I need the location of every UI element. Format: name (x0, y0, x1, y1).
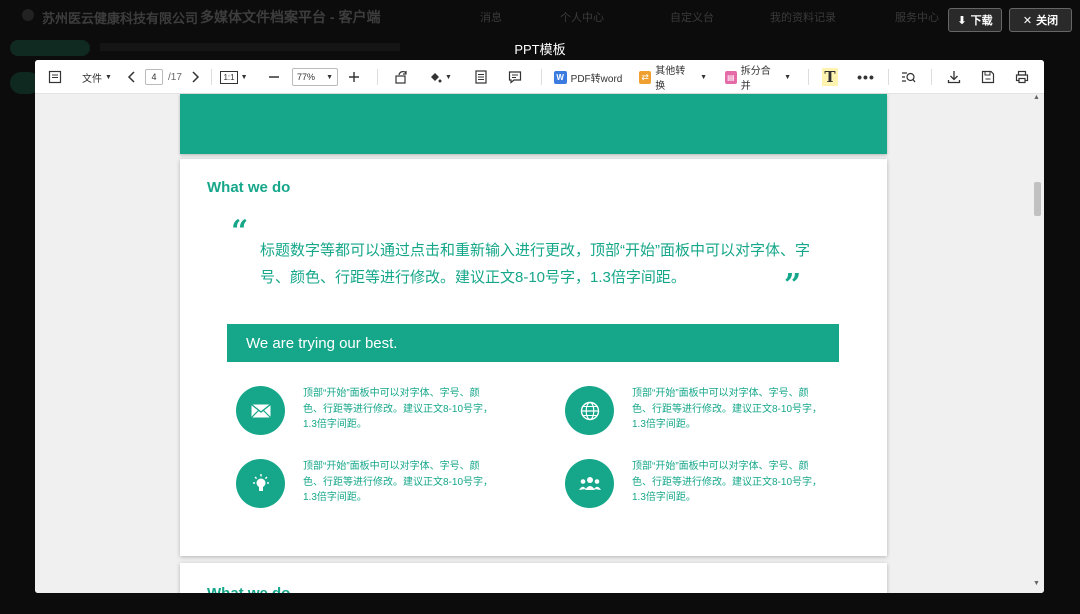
fit-page-button[interactable]: 1:1 ▼ (219, 60, 249, 94)
prev-page-button[interactable] (124, 60, 140, 94)
feature-text: 顶部“开始”面板中可以对字体、字号、颜色、行距等进行修改。建议正文8-10号字，… (632, 388, 823, 430)
scroll-down-icon[interactable]: ▼ (1033, 580, 1040, 587)
quote-open-mark: “ (231, 214, 249, 249)
chevron-down-icon: ▼ (784, 73, 791, 81)
nav-item-service[interactable]: 服务中心 (895, 9, 939, 25)
next-slide-page: What we do (180, 563, 887, 593)
download-button[interactable]: ⬇ 下载 (948, 8, 1002, 32)
modal-title: PPT模板 (514, 42, 566, 57)
print-icon[interactable] (1011, 60, 1033, 94)
more-icon[interactable]: ••• (855, 60, 877, 94)
feature-text: 顶部“开始”面板中可以对字体、字号、颜色、行距等进行修改。建议正文8-10号字，… (303, 461, 494, 503)
nav-item-profile[interactable]: 个人中心 (560, 9, 604, 25)
zoom-value: 77% (297, 72, 316, 82)
slide-banner: We are trying our best. (227, 324, 839, 362)
next-slide-heading: What we do (207, 585, 290, 593)
nav-item-custom[interactable]: 自定义台 (670, 9, 714, 25)
page-navigator: 4 /17 (145, 60, 193, 94)
close-button[interactable]: ✕ 关闭 (1009, 8, 1072, 32)
scroll-thumb[interactable] (1034, 182, 1041, 216)
next-page-button[interactable] (187, 60, 203, 94)
feature-item: 顶部“开始”面板中可以对字体、字号、颜色、行距等进行修改。建议正文8-10号字，… (565, 459, 865, 509)
zoom-select[interactable]: 77% ▼ (291, 60, 339, 94)
toolbar-divider (931, 69, 932, 85)
quote-close-mark: ” (784, 268, 802, 303)
split-merge-label: 拆分合并 (740, 66, 771, 92)
people-icon (565, 459, 614, 508)
feature-text: 顶部“开始”面板中可以对字体、字号、颜色、行距等进行修改。建议正文8-10号字，… (303, 388, 494, 430)
chevron-down-icon: ▼ (326, 73, 333, 81)
total-pages: /17 (168, 71, 182, 83)
chevron-down-icon: ▼ (240, 73, 248, 81)
other-convert-button[interactable]: ⇄ 其他转换 ▼ (639, 60, 707, 94)
chevron-down-icon: ▼ (700, 73, 707, 81)
envelope-icon (236, 386, 285, 435)
scroll-up-icon[interactable]: ▲ (1033, 94, 1040, 101)
feature-item: 顶部“开始”面板中可以对字体、字号、颜色、行距等进行修改。建议正文8-10号字，… (565, 386, 865, 436)
nav-item-records[interactable]: 我的资料记录 (770, 9, 836, 25)
download-label: 下载 (970, 15, 993, 27)
word-icon: W (553, 70, 567, 84)
vertical-scrollbar[interactable]: ▲ ▼ (1032, 94, 1042, 589)
feature-item: 顶部“开始”面板中可以对字体、字号、颜色、行距等进行修改。建议正文8-10号字，… (236, 459, 536, 509)
toolbar-divider (377, 69, 378, 85)
nav-item-messages[interactable]: 消息 (480, 9, 502, 25)
other-convert-label: 其他转换 (655, 66, 686, 92)
document-viewer: 文件 ▼ 4 /17 1:1 ▼ 77% ▼ ▼ W PDF转word ⇄ 其他… (35, 60, 1044, 593)
company-name: 苏州医云健康科技有限公司 (42, 11, 199, 26)
background-header: 苏州医云健康科技有限公司 多媒体文件档案平台 - 客户端 消息 个人中心 自定义… (0, 0, 1080, 34)
toolbar-divider (211, 69, 212, 85)
slide-heading: What we do (207, 179, 291, 196)
text-tool-icon[interactable]: T (819, 60, 841, 94)
toolbar-divider (808, 69, 809, 85)
search-icon[interactable] (897, 60, 919, 94)
close-icon: ✕ (1022, 14, 1033, 27)
fill-color-button[interactable]: ▼ (425, 60, 455, 94)
document-scroll-area[interactable]: What we do “ 标题数字等都可以通过点击和重新输入进行更改，顶部“开始… (35, 94, 1044, 593)
lightbulb-icon (236, 459, 285, 508)
split-merge-button[interactable]: ▤ 拆分合并 ▼ (725, 60, 791, 94)
page-number-input[interactable]: 4 (145, 69, 163, 85)
chevron-down-icon: ▼ (445, 73, 452, 81)
download-icon: ⬇ (957, 14, 967, 27)
comment-icon[interactable] (504, 60, 526, 94)
page-view-icon[interactable] (470, 60, 492, 94)
globe-icon (565, 386, 614, 435)
pdf-to-word-button[interactable]: W PDF转word (553, 60, 623, 94)
file-menu-label: 文件 (82, 73, 103, 85)
platform-title: 多媒体文件档案平台 - 客户端 (200, 9, 381, 25)
convert-icon: ⇄ (639, 70, 652, 84)
download-file-icon[interactable] (943, 60, 965, 94)
slide-page: What we do “ 标题数字等都可以通过点击和重新输入进行更改，顶部“开始… (180, 159, 887, 556)
save-icon[interactable] (977, 60, 999, 94)
file-menu[interactable]: 文件 ▼ (80, 60, 114, 94)
sidebar-toggle-icon[interactable] (45, 60, 65, 94)
slide-quote: 标题数字等都可以通过点击和重新输入进行更改，顶部“开始”面板中可以对字体、字号、… (260, 242, 810, 286)
feature-item: 顶部“开始”面板中可以对字体、字号、颜色、行距等进行修改。建议正文8-10号字，… (236, 386, 536, 436)
toolbar-divider (541, 69, 542, 85)
zoom-out-button[interactable] (263, 60, 285, 94)
zoom-in-button[interactable] (343, 60, 365, 94)
pdf-to-word-label: PDF转word (570, 73, 623, 85)
close-label: 关闭 (1036, 15, 1059, 27)
split-merge-icon: ▤ (725, 70, 737, 84)
rotate-icon[interactable] (390, 60, 412, 94)
fit-page-label: 1:1 (220, 70, 238, 84)
feature-text: 顶部“开始”面板中可以对字体、字号、颜色、行距等进行修改。建议正文8-10号字，… (632, 461, 823, 503)
company-logo-icon (22, 9, 34, 21)
previous-slide-page (180, 94, 887, 154)
toolbar-divider (888, 69, 889, 85)
chevron-down-icon: ▼ (105, 73, 112, 81)
viewer-toolbar: 文件 ▼ 4 /17 1:1 ▼ 77% ▼ ▼ W PDF转word ⇄ 其他… (35, 60, 1044, 94)
